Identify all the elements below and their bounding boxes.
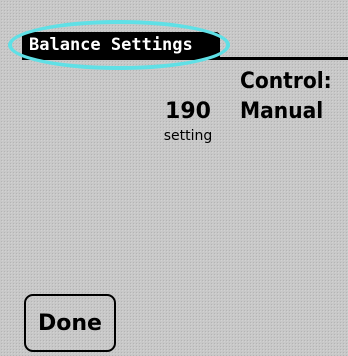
setting-caption: setting bbox=[163, 128, 213, 144]
window-title: Balance Settings bbox=[22, 32, 220, 58]
title-divider bbox=[22, 57, 348, 60]
control-label: Control: bbox=[240, 69, 332, 94]
setting-value: 190 bbox=[165, 99, 211, 124]
done-button[interactable]: Done bbox=[24, 294, 116, 352]
control-value: Manual bbox=[240, 99, 324, 124]
